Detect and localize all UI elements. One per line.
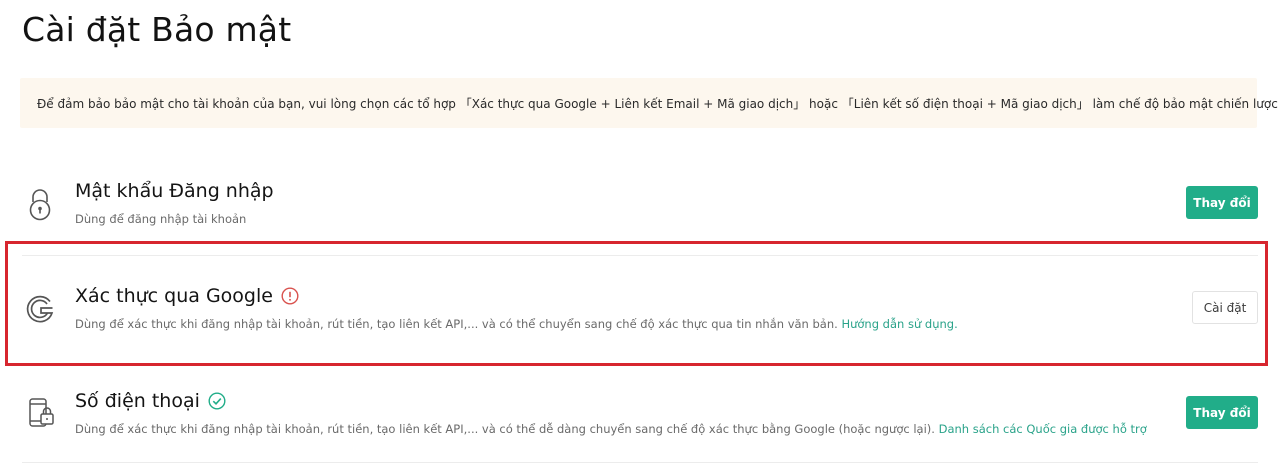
phone-number-title-text: Số điện thoại [75,390,200,412]
google-auth-title: Xác thực qua Google [75,285,299,307]
security-notice: Để đảm bảo bảo mật cho tài khoản của bạn… [20,78,1280,128]
supported-countries-link[interactable]: Danh sách các Quốc gia được hỗ trợ [939,422,1147,436]
phone-number-desc: Dùng để xác thực khi đăng nhập tài khoản… [75,422,1147,436]
divider [22,462,1258,463]
security-notice-text: Để đảm bảo bảo mật cho tài khoản của bạn… [37,96,1280,111]
google-auth-title-text: Xác thực qua Google [75,285,273,307]
change-password-button[interactable]: Thay đổi [1186,186,1258,219]
change-phone-button[interactable]: Thay đổi [1186,396,1258,429]
lock-icon [22,186,58,222]
usage-guide-link[interactable]: Hướng dẫn sử dụng. [841,317,957,331]
google-auth-row: Xác thực qua Google Dùng để xác thực khi… [22,283,1258,343]
page-title: Cài đặt Bảo mật [22,10,292,49]
check-icon [208,392,226,410]
warning-icon [281,287,299,305]
google-icon [22,291,58,327]
phone-number-desc-text: Dùng để xác thực khi đăng nhập tài khoản… [75,422,935,436]
login-password-desc: Dùng để đăng nhập tài khoản [75,212,247,226]
divider [22,255,1258,256]
google-auth-desc: Dùng để xác thực khi đăng nhập tài khoản… [75,317,958,331]
phone-number-title: Số điện thoại [75,390,226,412]
login-password-row: Mật khẩu Đăng nhập Dùng để đăng nhập tài… [22,176,1258,236]
login-password-title-text: Mật khẩu Đăng nhập [75,180,274,202]
google-auth-desc-text: Dùng để xác thực khi đăng nhập tài khoản… [75,317,838,331]
phone-lock-icon [22,395,58,431]
login-password-title: Mật khẩu Đăng nhập [75,180,274,202]
setup-google-auth-button[interactable]: Cài đặt [1192,291,1258,324]
phone-number-row: Số điện thoại Dùng để xác thực khi đăng … [22,388,1258,448]
